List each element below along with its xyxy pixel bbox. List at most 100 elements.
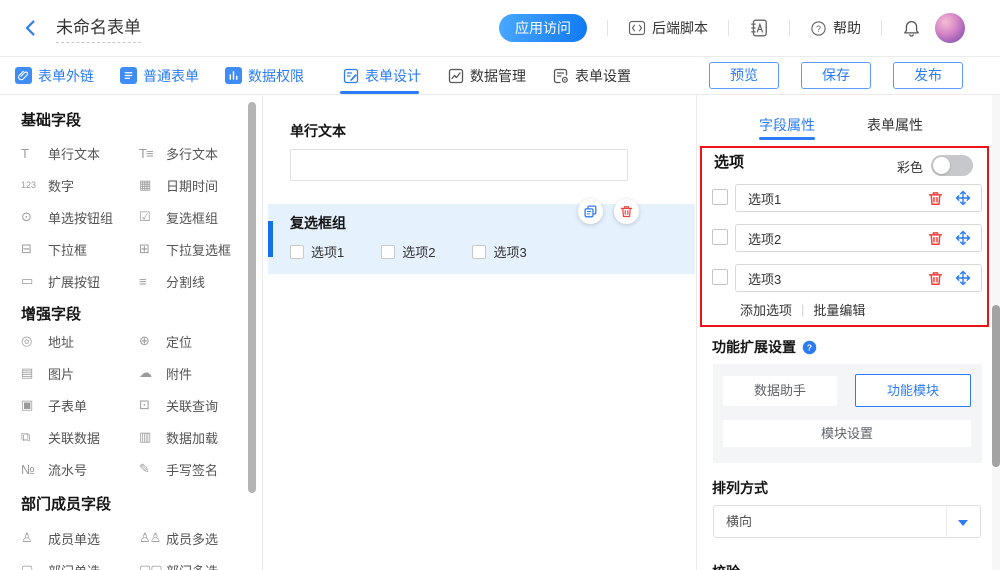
save-button[interactable]: 保存 <box>801 62 871 89</box>
panel-scrollbar-thumb[interactable] <box>992 305 1000 467</box>
sidebar-item-checkbox-group[interactable]: ☑复选框组 <box>139 208 262 227</box>
publish-button[interactable]: 发布 <box>893 62 963 89</box>
data-chart-icon <box>447 67 464 84</box>
enhanced-fields-grid: ◎地址 ⊕定位 ▤图片 ☁附件 ▣子表单 ⊡关联查询 ⧉关联数据 ▥数据加载 №… <box>21 325 262 485</box>
drag-option-handle[interactable] <box>955 270 971 286</box>
tab-data-management[interactable]: 数据管理 <box>447 57 526 94</box>
drag-option-handle[interactable] <box>955 190 971 206</box>
dropdown-icon: ⊟ <box>21 241 41 257</box>
sidebar-item-relation-query[interactable]: ⊡关联查询 <box>139 396 262 415</box>
sidebar-item-signature[interactable]: ✎手写签名 <box>139 460 262 479</box>
delete-option-button[interactable] <box>928 231 943 246</box>
sidebar-item-image[interactable]: ▤图片 <box>21 364 139 383</box>
option-value-input[interactable] <box>748 231 916 246</box>
option-value-box <box>735 224 982 252</box>
backend-script-button[interactable]: 后端脚本 <box>628 18 708 38</box>
sidebar-item-relation-data[interactable]: ⧉关联数据 <box>21 428 139 447</box>
tab-form-design[interactable]: 表单设计 <box>342 57 421 94</box>
form-title[interactable]: 未命名表单 <box>56 13 141 43</box>
sidebar-item-multi-line-text[interactable]: T≡多行文本 <box>139 144 262 163</box>
delete-field-button[interactable] <box>614 199 639 224</box>
option-default-checkbox[interactable] <box>712 189 728 205</box>
extension-section-title: 功能扩展设置 ? <box>712 337 817 357</box>
item-label: 成员单选 <box>48 529 100 548</box>
arrangement-selected-value: 横向 <box>726 506 752 537</box>
item-label: 日期时间 <box>166 176 218 195</box>
divider <box>607 20 608 36</box>
help-question-icon[interactable]: ? <box>802 340 817 355</box>
option-value-input[interactable] <box>748 271 916 286</box>
arrangement-dropdown[interactable]: 横向 <box>713 505 981 538</box>
tab-field-properties[interactable]: 字段属性 <box>759 115 815 135</box>
sidebar-item-single-line-text[interactable]: T单行文本 <box>21 144 139 163</box>
help-button[interactable]: ? 帮助 <box>810 18 861 38</box>
option-label: 选项1 <box>311 242 344 261</box>
checkbox-unchecked[interactable] <box>472 245 486 259</box>
sidebar-item-number[interactable]: 123数字 <box>21 176 139 195</box>
sidebar-scrollbar-thumb[interactable] <box>248 102 256 493</box>
tab-form-properties[interactable]: 表单属性 <box>867 115 923 135</box>
sidebar-item-data-load[interactable]: ▥数据加载 <box>139 428 262 447</box>
dropdown-divider <box>946 506 947 537</box>
form-settings-icon <box>552 67 569 84</box>
top-bar: 未命名表单 应用访问 后端脚本 ? 帮助 <box>0 0 1000 57</box>
sidebar-item-subform[interactable]: ▣子表单 <box>21 396 139 415</box>
app-access-button[interactable]: 应用访问 <box>499 14 587 42</box>
copy-icon <box>584 205 597 218</box>
tab-normal-form[interactable]: 普通表单 <box>120 57 199 94</box>
sidebar-item-datetime[interactable]: ▦日期时间 <box>139 176 262 195</box>
question-circle-icon: ? <box>810 20 827 37</box>
sidebar-item-extend-button[interactable]: ▭扩展按钮 <box>21 272 139 291</box>
sidebar-item-address[interactable]: ◎地址 <box>21 332 139 351</box>
nav-action-buttons: 预览 保存 发布 <box>709 62 963 89</box>
checkbox-option: 选项1 <box>290 242 344 261</box>
option-label: 选项2 <box>402 242 435 261</box>
arrangement-section-title: 排列方式 <box>712 478 768 498</box>
notification-bell-icon[interactable] <box>902 19 921 38</box>
sidebar-item-serial-number[interactable]: №流水号 <box>21 460 139 479</box>
item-label: 部门多选 <box>166 561 218 570</box>
sidebar-item-dept-single[interactable]: ▢部门单选 <box>21 561 139 570</box>
sidebar-item-location[interactable]: ⊕定位 <box>139 332 262 351</box>
text-field-label: 单行文本 <box>290 121 346 141</box>
sidebar-item-member-single[interactable]: ♙成员单选 <box>21 529 139 548</box>
sidebar-item-attachment[interactable]: ☁附件 <box>139 364 262 383</box>
sidebar-item-radio-group[interactable]: ⊙单选按钮组 <box>21 208 139 227</box>
item-label: 复选框组 <box>166 208 218 227</box>
sidebar-item-select[interactable]: ⊟下拉框 <box>21 240 139 259</box>
delete-option-button[interactable] <box>928 271 943 286</box>
delete-option-button[interactable] <box>928 191 943 206</box>
data-helper-button[interactable]: 数据助手 <box>723 376 837 406</box>
checkbox-options-row: 选项1 选项2 选项3 <box>290 242 527 261</box>
add-option-link[interactable]: 添加选项 <box>740 300 792 319</box>
duplicate-field-button[interactable] <box>578 199 603 224</box>
color-toggle-switch-off[interactable] <box>931 155 973 176</box>
selection-indicator-bar <box>268 221 273 257</box>
option-row <box>697 184 1000 212</box>
drag-option-handle[interactable] <box>955 230 971 246</box>
module-settings-button[interactable]: 模块设置 <box>723 420 971 447</box>
tab-form-external-link[interactable]: 表单外链 <box>15 57 94 94</box>
sidebar-item-multi-select[interactable]: ⊞下拉复选框 <box>139 240 262 259</box>
sidebar-item-member-multi[interactable]: ♙♙成员多选 <box>139 529 262 548</box>
checkbox-unchecked[interactable] <box>381 245 395 259</box>
batch-edit-link[interactable]: 批量编辑 <box>813 300 865 319</box>
option-default-checkbox[interactable] <box>712 269 728 285</box>
checkbox-unchecked[interactable] <box>290 245 304 259</box>
option-value-input[interactable] <box>748 191 916 206</box>
option-default-checkbox[interactable] <box>712 229 728 245</box>
text-field-input[interactable] <box>290 149 628 181</box>
tab-data-permission[interactable]: 数据权限 <box>225 57 304 94</box>
tab-form-settings[interactable]: 表单设置 <box>552 57 631 94</box>
user-avatar[interactable] <box>935 13 965 43</box>
contacts-book-button[interactable] <box>749 18 769 38</box>
function-module-button-active[interactable]: 功能模块 <box>855 374 971 407</box>
selected-checkbox-group-field[interactable]: 复选框组 选项1 选项2 选项3 <box>268 204 695 274</box>
item-label: 部门单选 <box>48 561 100 570</box>
back-icon[interactable] <box>22 19 40 37</box>
sidebar-item-divider-line[interactable]: ≡分割线 <box>139 272 262 291</box>
preview-button[interactable]: 预览 <box>709 62 779 89</box>
divider <box>789 20 790 36</box>
checkbox-option: 选项3 <box>472 242 526 261</box>
sidebar-item-dept-multi[interactable]: ▢▢部门多选 <box>139 561 262 570</box>
